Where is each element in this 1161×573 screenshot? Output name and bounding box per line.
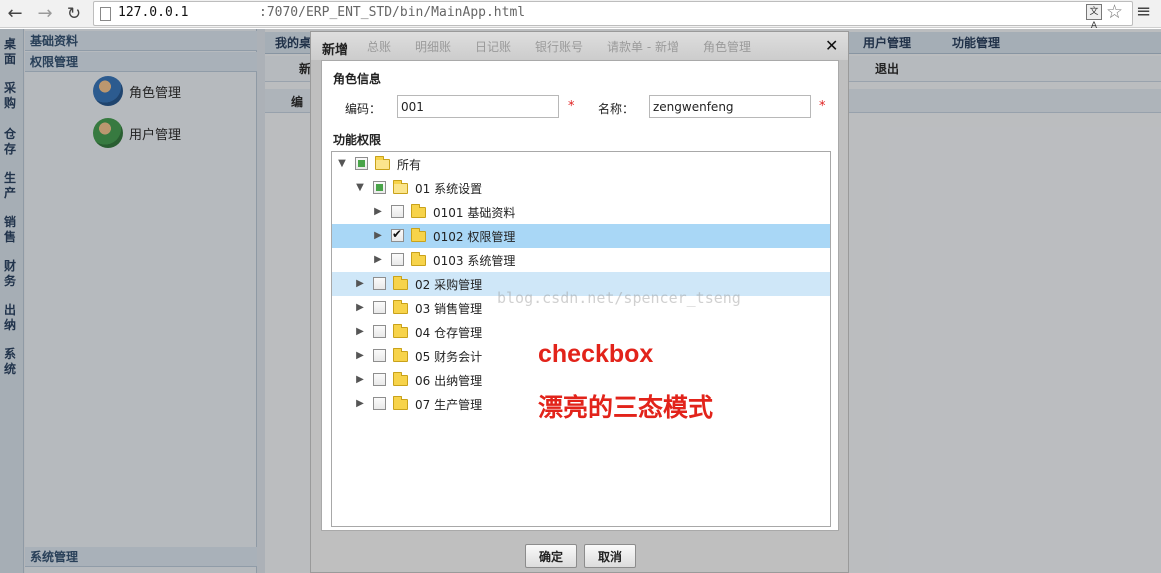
bookmark-star-icon[interactable]: ☆	[1106, 1, 1123, 23]
page-icon	[100, 7, 111, 21]
code-input[interactable]	[397, 95, 559, 118]
collapse-arrow-icon[interactable]: ▶	[354, 397, 366, 411]
name-input[interactable]	[649, 95, 811, 118]
dialog-body: 角色信息 编码： * 名称： * 功能权限 ▼ 所有 ▼ 01 系统设置 ▶ 0101 基…	[321, 60, 839, 531]
collapse-arrow-icon[interactable]: ▶	[372, 205, 384, 219]
tree-node-label: 07 生产管理	[415, 398, 483, 412]
tree-checkbox[interactable]	[373, 325, 386, 338]
annotation-tristate: 漂亮的三态模式	[538, 393, 714, 422]
back-button[interactable]: ←	[4, 3, 26, 25]
name-required-mark: *	[819, 99, 826, 114]
tree-node[interactable]: ▶ 0101 基础资料	[332, 200, 830, 224]
function-permission-title: 功能权限	[333, 133, 382, 147]
tree-checkbox[interactable]	[373, 349, 386, 362]
browser-menu-icon[interactable]: ≡	[1136, 1, 1151, 22]
tree-node[interactable]: ▼ 所有	[332, 152, 830, 176]
tree-checkbox[interactable]	[373, 373, 386, 386]
code-required-mark: *	[568, 99, 575, 114]
collapse-arrow-icon[interactable]: ▶	[354, 277, 366, 291]
code-label: 编码：	[345, 102, 382, 116]
tree-node-label: 06 出纳管理	[415, 374, 483, 388]
dialog-header[interactable]: 新增 总账 明细账 日记账 银行账号 请款单 - 新增 角色管理 ✕	[311, 32, 848, 60]
tree-node[interactable]: ▼ 01 系统设置	[332, 176, 830, 200]
tree-checkbox[interactable]	[391, 227, 404, 242]
reload-button[interactable]: ↻	[63, 3, 85, 25]
address-bar[interactable]: 127.0.0.1 :7070/ERP_ENT_STD/bin/MainApp.…	[93, 1, 1133, 26]
tree-checkbox[interactable]	[373, 301, 386, 314]
tree-node-label: 0101 基础资料	[433, 206, 516, 220]
collapse-arrow-icon[interactable]: ▶	[372, 253, 384, 267]
tree-node-label: 01 系统设置	[415, 182, 483, 196]
cancel-button[interactable]: 取消	[584, 544, 636, 568]
url-path: :7070/ERP_ENT_STD/bin/MainApp.html	[259, 5, 526, 20]
folder-icon	[411, 228, 426, 242]
collapse-arrow-icon[interactable]: ▶	[354, 373, 366, 387]
tree-checkbox[interactable]	[355, 157, 368, 170]
tree-node-label: 0102 权限管理	[433, 230, 516, 244]
tree-node[interactable]: ▶ 0103 系统管理	[332, 248, 830, 272]
tree-node-label: 0103 系统管理	[433, 254, 516, 268]
folder-icon	[411, 252, 426, 266]
expand-arrow-icon[interactable]: ▼	[336, 157, 348, 171]
folder-icon	[393, 396, 408, 410]
collapse-arrow-icon[interactable]: ▶	[372, 229, 384, 243]
tree-node-label: 05 财务会计	[415, 350, 483, 364]
folder-icon	[393, 348, 408, 362]
permission-tree: ▼ 所有 ▼ 01 系统设置 ▶ 0101 基础资料 ▶ 0102 权限管理 ▶ 0103 系统管…	[331, 151, 831, 527]
tree-checkbox[interactable]	[391, 253, 404, 266]
folder-icon	[375, 156, 390, 170]
collapse-arrow-icon[interactable]: ▶	[354, 301, 366, 315]
collapse-arrow-icon[interactable]: ▶	[354, 325, 366, 339]
folder-icon	[393, 276, 408, 290]
close-icon[interactable]: ✕	[825, 36, 838, 55]
role-info-title: 角色信息	[333, 72, 382, 86]
tree-node[interactable]: ▶ 0102 权限管理	[332, 224, 830, 248]
folder-icon	[393, 180, 408, 194]
tree-checkbox[interactable]	[373, 181, 386, 194]
annotation-checkbox: checkbox	[538, 340, 654, 368]
browser-toolbar: ← → ↻ 127.0.0.1 :7070/ERP_ENT_STD/bin/Ma…	[0, 0, 1161, 31]
url-host: 127.0.0.1	[118, 5, 189, 20]
folder-icon	[411, 204, 426, 218]
folder-icon	[393, 324, 408, 338]
watermark: blog.csdn.net/spencer_tseng	[497, 289, 741, 307]
tree-node-label: 04 仓存管理	[415, 326, 483, 340]
translate-icon[interactable]: 文A	[1086, 4, 1102, 31]
forward-button[interactable]: →	[34, 3, 56, 25]
folder-icon	[393, 300, 408, 314]
tree-node-label: 所有	[397, 158, 422, 172]
background-tabs-ghost: 总账 明细账 日记账 银行账号 请款单 - 新增 角色管理	[367, 40, 751, 54]
collapse-arrow-icon[interactable]: ▶	[354, 349, 366, 363]
tree-node-label: 03 销售管理	[415, 302, 483, 316]
tree-node-label: 02 采购管理	[415, 278, 483, 292]
tree-checkbox[interactable]	[373, 397, 386, 410]
add-role-dialog: 新增 总账 明细账 日记账 银行账号 请款单 - 新增 角色管理 ✕ 角色信息 …	[310, 31, 849, 573]
dialog-title: 新增	[322, 43, 349, 58]
name-label: 名称：	[598, 102, 635, 116]
ok-button[interactable]: 确定	[525, 544, 577, 568]
tree-checkbox[interactable]	[373, 277, 386, 290]
tree-checkbox[interactable]	[391, 205, 404, 218]
folder-icon	[393, 372, 408, 386]
expand-arrow-icon[interactable]: ▼	[354, 181, 366, 195]
